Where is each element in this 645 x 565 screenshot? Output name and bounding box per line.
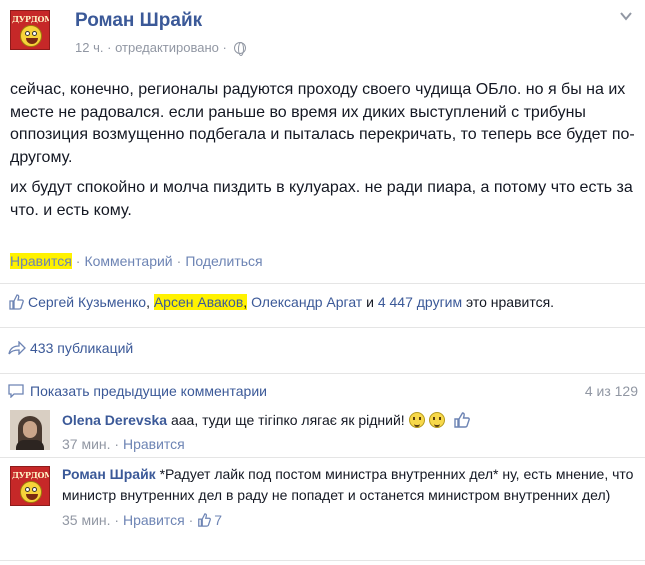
meta-separator: · [114, 436, 123, 452]
comment-like-count[interactable]: 7 [214, 512, 222, 528]
author-avatar[interactable]: ДУРДОМ [10, 10, 50, 50]
comment-bubble-icon [8, 384, 24, 398]
smiley-emoji [408, 412, 425, 428]
shares-link[interactable]: 433 публикаций [30, 340, 133, 356]
globe-icon[interactable] [234, 42, 247, 56]
comment-body: Olena Derevska ааа, туди ще тігіпко ляга… [62, 410, 637, 454]
liker-sergey[interactable]: Сергей Кузьменко [28, 294, 146, 310]
divider [0, 560, 645, 561]
liker-comma: , [243, 294, 248, 310]
post-author-name[interactable]: Роман Шрайк [75, 10, 202, 32]
divider [0, 373, 645, 374]
commenter-avatar[interactable]: ДУРДОМ [10, 466, 50, 506]
show-previous-comments-link[interactable]: Показать предыдущие комментарии [30, 383, 267, 399]
likes-and: и [366, 294, 374, 310]
meta-separator: · [188, 512, 198, 528]
action-separator: · [75, 253, 81, 269]
smiley-emoji [428, 412, 445, 428]
comment-text: ааа, туди ще тігіпко лягає як рідний! [170, 412, 405, 428]
post-actions: Нравится · Комментарий · Поделиться [10, 253, 263, 269]
liker-comma: , [146, 294, 150, 310]
divider [0, 457, 645, 458]
edited-label[interactable]: отредактировано [115, 40, 219, 55]
share-link[interactable]: Поделиться [185, 253, 262, 269]
post-paragraph: их будут спокойно и молча пиздить в кулу… [10, 179, 633, 219]
comment-time[interactable]: 35 мин. [62, 512, 111, 528]
previous-comments-row: Показать предыдущие комментарии 4 из 129 [8, 383, 638, 399]
meta-separator: · [107, 40, 112, 55]
thumbs-up-icon [9, 294, 24, 310]
share-arrow-icon [8, 341, 26, 355]
like-thumb-icon[interactable] [453, 411, 471, 429]
comment-body: Роман Шрайк *Радует лайк под постом мини… [62, 464, 637, 531]
comment-like-link[interactable]: Нравится [123, 436, 185, 452]
post-text: сейчас, конечно, регионалы радуются прох… [10, 79, 638, 230]
likes-others-link[interactable]: 4 447 другим [378, 294, 462, 310]
liker-arsen[interactable]: Арсен Аваков [153, 294, 244, 310]
likes-suffix: это нравится. [466, 294, 555, 310]
comment-author[interactable]: Роман Шрайк [62, 466, 156, 482]
meta-separator: · [114, 512, 123, 528]
post-paragraph: сейчас, конечно, регионалы радуются прох… [10, 81, 635, 166]
comment-author[interactable]: Olena Derevska [62, 412, 167, 428]
likes-summary: Сергей Кузьменко, Арсен Аваков, Олександ… [8, 294, 554, 310]
chevron-down-icon[interactable] [620, 10, 632, 22]
like-link[interactable]: Нравится [10, 253, 72, 269]
comment-time[interactable]: 37 мин. [62, 436, 111, 452]
facebook-post: ДУРДОМ Роман Шрайк 12 ч. · отредактирова… [0, 0, 645, 565]
post-meta: 12 ч. · отредактировано · [75, 40, 247, 56]
smiley-face-icon [20, 481, 42, 503]
shares-row: 433 публикаций [8, 340, 133, 356]
avatar-logo-text: ДУРДОМ [12, 14, 50, 24]
action-separator: · [176, 253, 182, 269]
thumbs-up-icon [198, 513, 212, 527]
meta-separator: · [222, 40, 227, 55]
comment-like-link[interactable]: Нравится [123, 512, 185, 528]
post-time[interactable]: 12 ч. [75, 40, 103, 55]
divider [0, 283, 645, 284]
comment-link[interactable]: Комментарий [84, 253, 172, 269]
comments-count: 4 из 129 [584, 383, 638, 399]
comment-meta: 37 мин. · Нравится [62, 434, 637, 454]
avatar-logo-text: ДУРДОМ [12, 470, 50, 480]
commenter-avatar[interactable] [10, 410, 50, 450]
comment-meta: 35 мин. · Нравится · 7 [62, 510, 637, 531]
smiley-face-icon [20, 25, 42, 47]
divider [0, 327, 645, 328]
liker-oleksandr[interactable]: Олександр Аргат [251, 294, 362, 310]
